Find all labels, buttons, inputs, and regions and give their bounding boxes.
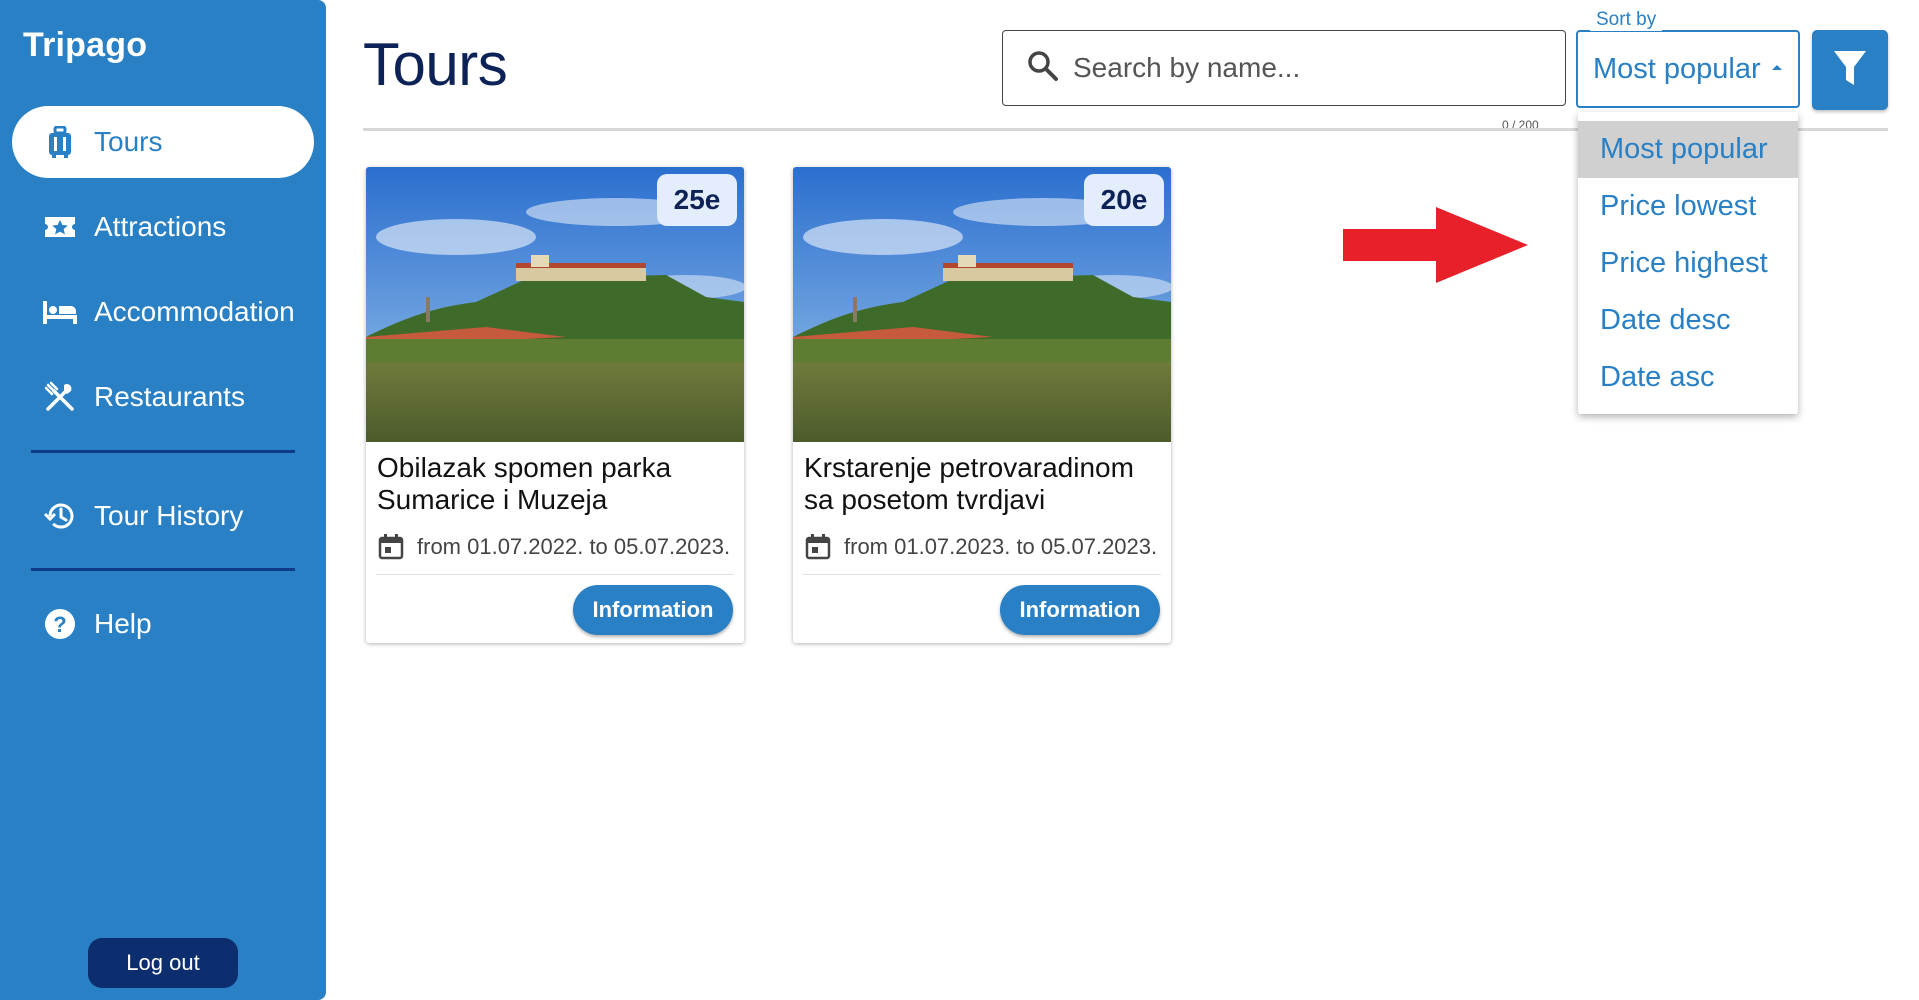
sidebar-item-attractions[interactable]: Attractions (12, 191, 314, 263)
tour-card: 20e Krstarenje petrovaradinom sa posetom… (793, 167, 1171, 643)
sidebar: Tripago Tours Attractions Accommodation … (0, 0, 326, 1000)
search-input[interactable] (1073, 52, 1533, 84)
tour-image: 20e (793, 167, 1171, 442)
annotation-arrow-icon (1343, 207, 1528, 288)
sort-dropdown-menu: Most popular Price lowest Price highest … (1578, 112, 1798, 414)
fork-knife-icon (42, 379, 78, 415)
sidebar-item-tours[interactable]: Tours (12, 106, 314, 178)
sidebar-divider (31, 450, 295, 453)
sort-option-most-popular[interactable]: Most popular (1578, 121, 1798, 178)
tour-title: Obilazak spomen parka Sumarice i Muzeja (377, 452, 672, 515)
sidebar-item-tour-history[interactable]: Tour History (12, 480, 314, 552)
sort-option-price-highest[interactable]: Price highest (1578, 235, 1798, 292)
sort-option-date-desc[interactable]: Date desc (1578, 292, 1798, 349)
tour-image: 25e (366, 167, 744, 442)
price-badge: 20e (1084, 174, 1164, 226)
information-button[interactable]: Information (1000, 585, 1160, 635)
sidebar-item-label: Attractions (94, 211, 227, 242)
help-circle-icon: ? (42, 606, 78, 642)
luggage-icon (42, 124, 78, 160)
tour-date-text: from 01.07.2022. to 05.07.2023. (417, 534, 731, 559)
sort-select[interactable]: Most popular (1576, 30, 1800, 108)
sidebar-item-label: Tours (94, 126, 163, 157)
bed-icon (42, 294, 78, 330)
filter-button[interactable] (1812, 30, 1888, 110)
sort-option-price-lowest[interactable]: Price lowest (1578, 178, 1798, 235)
tour-card: 25e Obilazak spomen parka Sumarice i Muz… (366, 167, 744, 643)
logout-button[interactable]: Log out (88, 938, 238, 988)
brand-logo: Tripago (23, 26, 148, 64)
tour-dates: from 01.07.2023. to 05.07.2023. (804, 533, 1157, 561)
sort-label: Sort by (1590, 9, 1663, 31)
sidebar-item-label: Help (94, 608, 152, 639)
filter-icon (1832, 48, 1868, 93)
ticket-star-icon (42, 209, 78, 245)
tour-title: Krstarenje petrovaradinom sa posetom tvr… (804, 452, 1134, 515)
sort-option-date-asc[interactable]: Date asc (1578, 349, 1798, 406)
sidebar-divider (31, 568, 295, 571)
sidebar-item-help[interactable]: ? Help (12, 588, 314, 660)
history-icon (42, 498, 78, 534)
sidebar-item-label: Accommodation (94, 296, 295, 327)
tour-date-text: from 01.07.2023. to 05.07.2023. (844, 534, 1158, 559)
card-divider (803, 574, 1161, 575)
card-divider (376, 574, 734, 575)
sidebar-item-label: Tour History (94, 500, 244, 531)
sidebar-item-accommodation[interactable]: Accommodation (12, 276, 314, 348)
calendar-icon (804, 533, 832, 561)
sidebar-item-restaurants[interactable]: Restaurants (12, 361, 314, 433)
search-icon (1027, 50, 1059, 87)
calendar-icon (377, 533, 405, 561)
sort-selected-value: Most popular (1593, 52, 1761, 85)
page-title: Tours (363, 31, 508, 98)
caret-up-icon (1772, 65, 1782, 70)
search-box (1002, 30, 1566, 106)
price-badge: 25e (657, 174, 737, 226)
information-button[interactable]: Information (573, 585, 733, 635)
tour-dates: from 01.07.2022. to 05.07.2023. (377, 533, 730, 561)
sidebar-item-label: Restaurants (94, 381, 245, 412)
svg-text:?: ? (53, 612, 66, 637)
